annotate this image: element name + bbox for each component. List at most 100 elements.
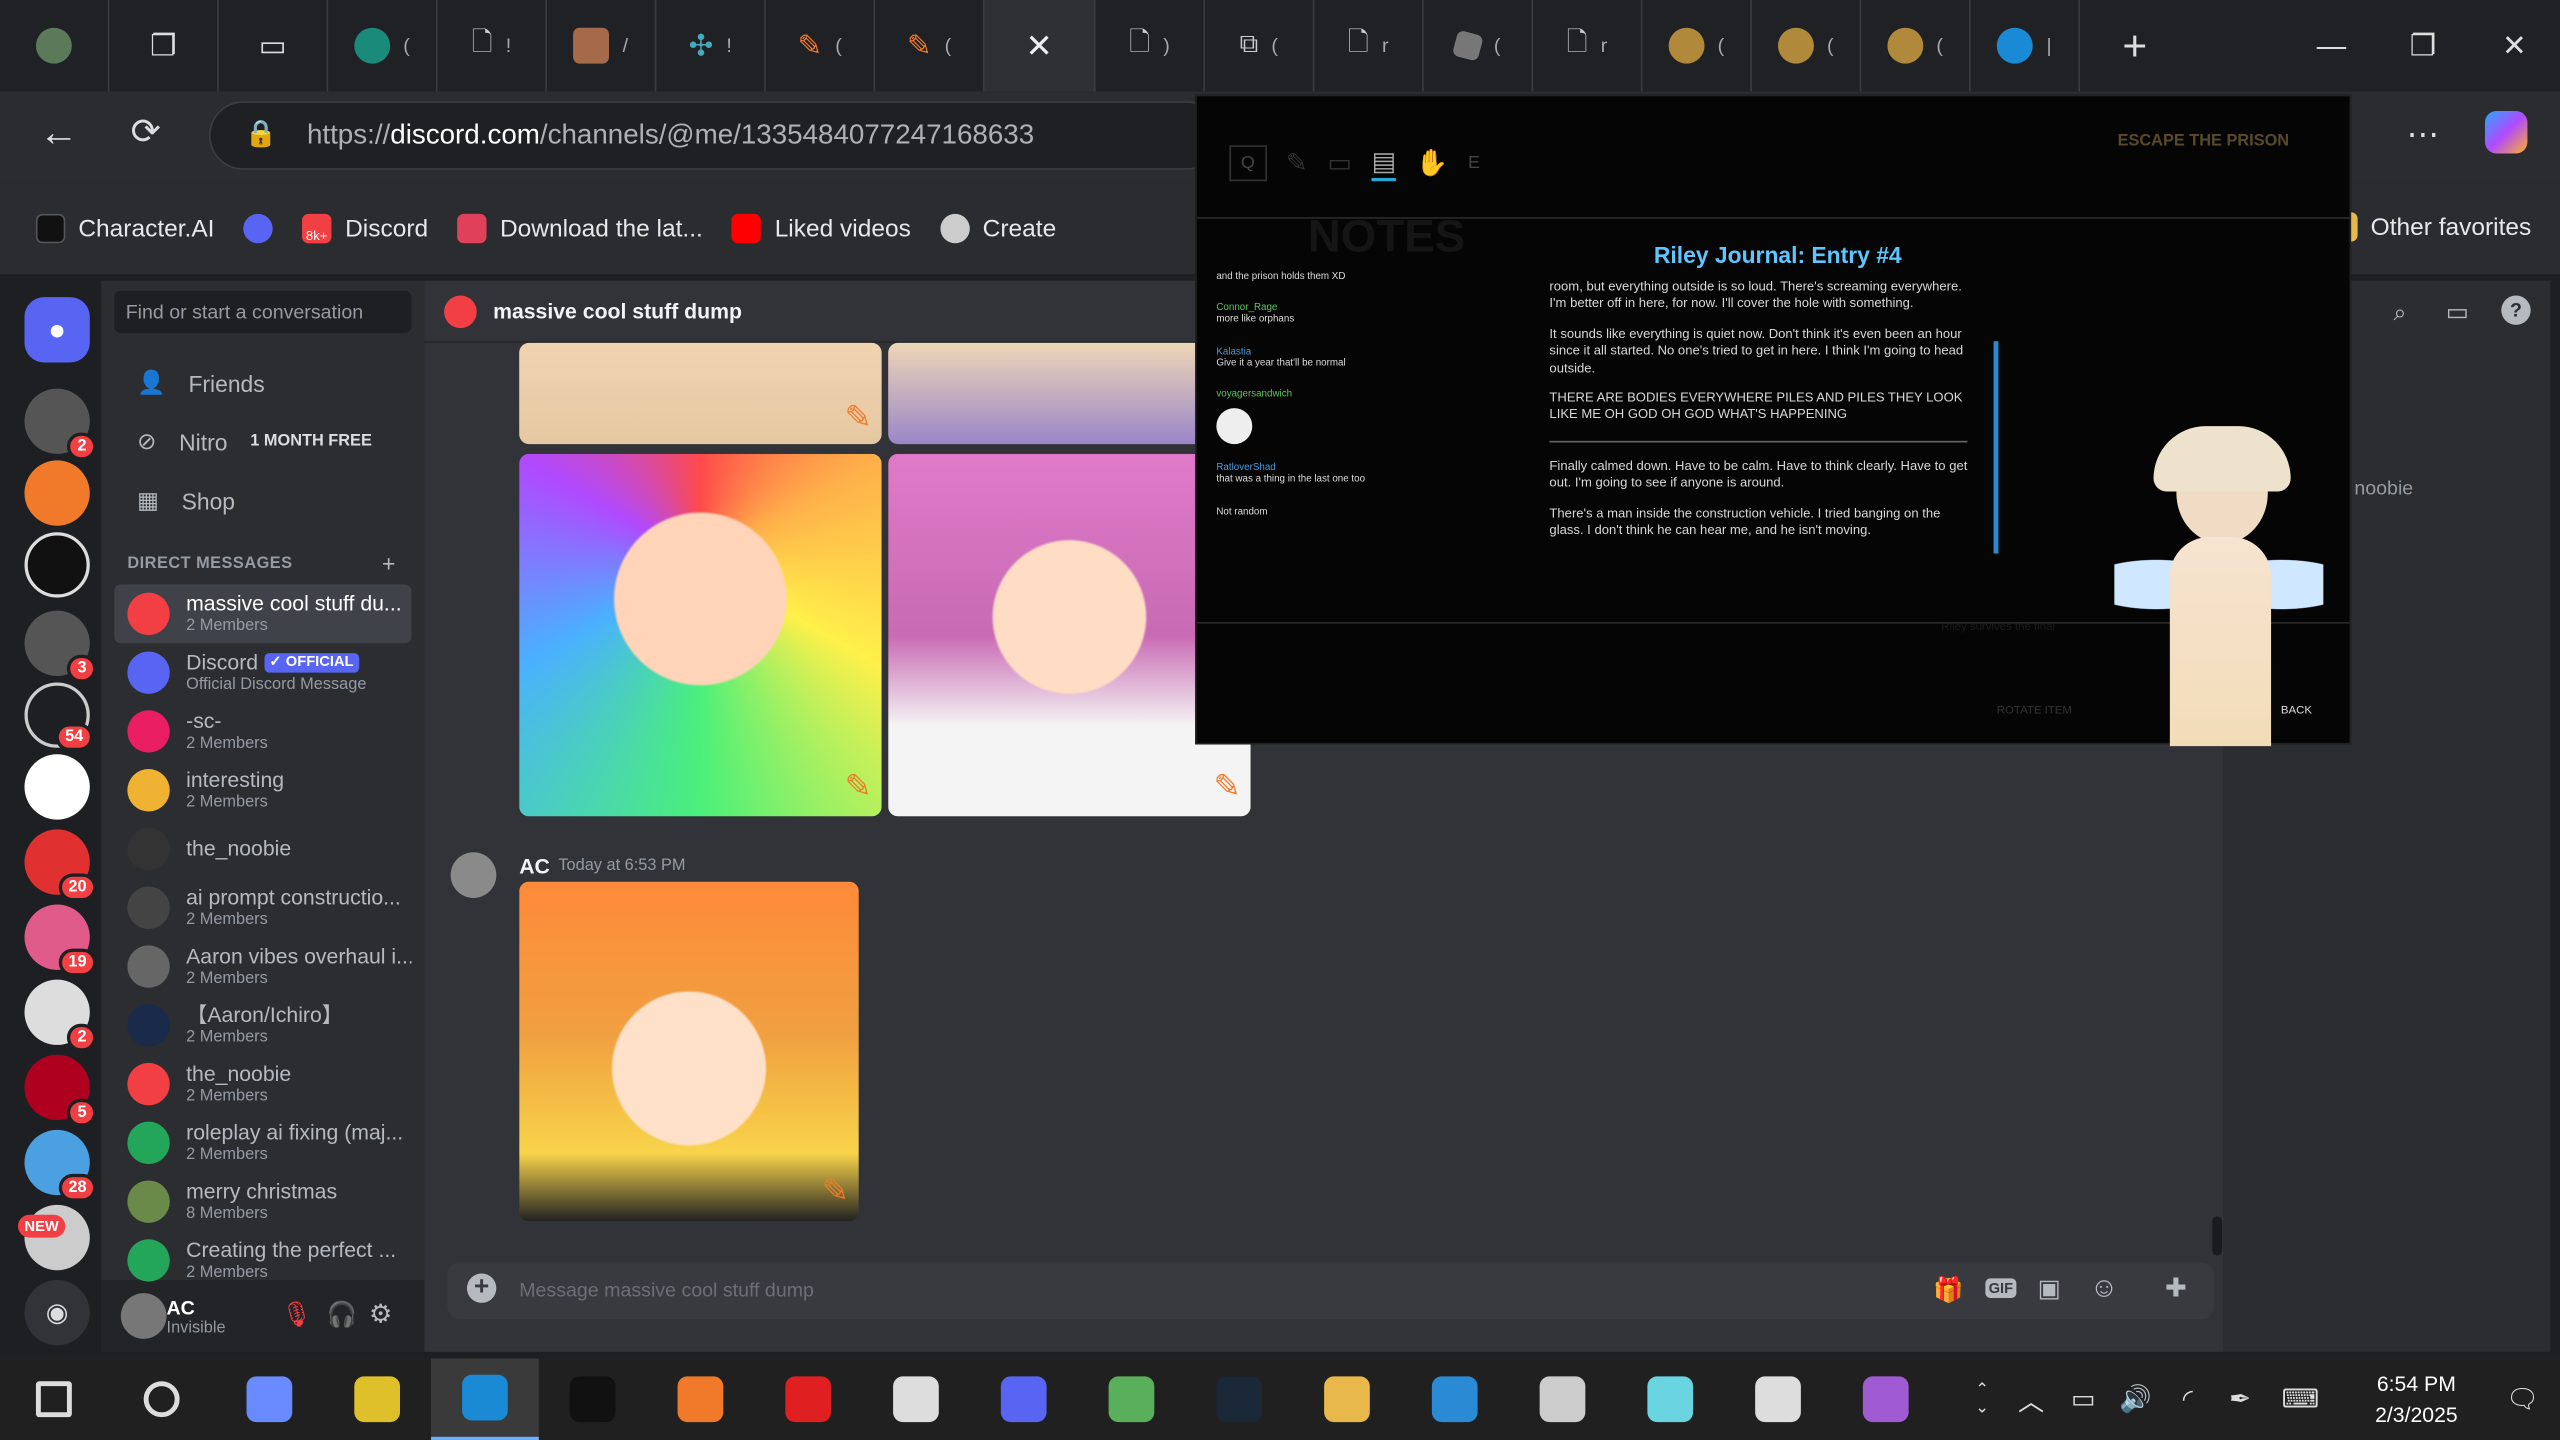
dm-item[interactable]: the_noobie — [114, 820, 411, 879]
overflow-scroll-icon[interactable]: ⌃ ⌄ — [1959, 1381, 2005, 1417]
home-button[interactable]: ● — [24, 297, 90, 363]
other-favorites[interactable]: Other favorites — [2344, 212, 2531, 242]
clock[interactable]: 6:54 PM 2/3/2025 — [2335, 1367, 2498, 1431]
taskbar-app[interactable] — [970, 1358, 1078, 1440]
gif-button[interactable]: GIF — [1985, 1278, 2017, 1298]
server-icon[interactable] — [24, 754, 90, 820]
refresh-button[interactable]: ⟳ — [131, 111, 161, 153]
dm-item[interactable]: the_noobie 2 Members — [114, 1055, 411, 1114]
close-icon[interactable]: ✕ — [1026, 25, 1053, 66]
dm-item[interactable]: merry christmas 8 Members — [114, 1172, 411, 1231]
headphones-icon[interactable]: 🎧 — [327, 1300, 358, 1329]
generated-image[interactable]: ✎ — [519, 881, 859, 1222]
more-icon[interactable]: ⋯ — [2407, 114, 2440, 155]
taskbar-app[interactable] — [323, 1358, 431, 1440]
dm-item[interactable]: 【Aaron/Ichiro】 2 Members — [114, 996, 411, 1055]
volume-icon[interactable]: 🔊 — [2109, 1383, 2161, 1416]
journal-scrollbar[interactable] — [1993, 341, 1999, 554]
taskbar-app[interactable] — [1509, 1358, 1617, 1440]
active-tab[interactable]: ✕ — [984, 0, 1096, 92]
scrollbar[interactable] — [2212, 1216, 2223, 1256]
back-button[interactable]: ← — [39, 111, 78, 157]
browser-tab[interactable]: ( — [1424, 0, 1534, 92]
member-name[interactable]: noobie — [2354, 477, 2413, 500]
browser-tab[interactable]: / — [547, 0, 657, 92]
generated-image[interactable]: ✎ — [519, 342, 882, 445]
taskbar-app[interactable] — [216, 1358, 324, 1440]
bookmark-character-ai[interactable]: Character.AI — [35, 213, 214, 244]
avatar[interactable] — [120, 1293, 167, 1339]
maximize-button[interactable]: ❐ — [2377, 0, 2468, 91]
server-icon[interactable]: 5 — [24, 1054, 97, 1127]
chevron-up-icon[interactable]: ︿ — [2005, 1380, 2057, 1419]
nav-friends[interactable]: 👤 Friends — [137, 369, 265, 397]
gift-icon[interactable]: 🎁 — [1933, 1275, 1964, 1305]
bookmark-liked-videos[interactable]: Liked videos — [732, 213, 911, 244]
create-dm-button[interactable]: + — [382, 550, 395, 576]
card-icon[interactable]: ▭ — [1327, 147, 1352, 180]
q-key[interactable]: Q — [1229, 145, 1267, 182]
new-tab-button[interactable]: + — [2080, 0, 2189, 91]
server-icon[interactable]: NEW — [17, 1204, 90, 1271]
server-icon[interactable]: 54 — [24, 682, 94, 752]
notes-icon[interactable]: ▤ — [1371, 145, 1397, 182]
browser-tab[interactable]: ( — [1642, 0, 1752, 92]
taskbar-app[interactable] — [431, 1358, 539, 1440]
rotate-item-label[interactable]: ROTATE ITEM — [1997, 705, 2072, 716]
dm-item[interactable]: ai prompt constructio... 2 Members — [114, 878, 411, 937]
bookmark-download[interactable]: Download the lat... — [457, 213, 703, 244]
wifi-icon[interactable]: ◜ — [2162, 1383, 2214, 1416]
browser-tab[interactable]: ✎( — [766, 0, 876, 92]
apps-icon[interactable]: ✚ — [2165, 1272, 2187, 1305]
taskbar-app[interactable] — [1185, 1358, 1293, 1440]
dm-item[interactable]: -sc- 2 Members — [114, 702, 411, 761]
taskbar-app[interactable] — [0, 1358, 108, 1440]
dm-item[interactable]: Creating the perfect ... 2 Members — [114, 1231, 411, 1290]
taskbar-app[interactable] — [647, 1358, 755, 1440]
url-text[interactable]: https://discord.com/channels/@me/1335484… — [307, 119, 1034, 152]
browser-tab[interactable]: ( — [1861, 0, 1971, 92]
bookmark-discord-2[interactable]: 8k+ Discord — [302, 213, 428, 244]
browser-tab[interactable]: 🗋) — [1096, 0, 1205, 92]
inbox-icon[interactable]: ▭ — [2446, 297, 2469, 327]
keyboard-icon[interactable]: ⌨ — [2266, 1383, 2335, 1416]
settings-icon[interactable]: ⚙ — [369, 1298, 392, 1331]
taskbar-app[interactable] — [1832, 1358, 1940, 1440]
add-attachment-icon[interactable]: + — [466, 1273, 497, 1303]
message-author[interactable]: AC — [519, 854, 550, 878]
close-window-button[interactable]: ✕ — [2469, 0, 2560, 91]
tab-actions-button[interactable]: ▭ — [219, 0, 329, 92]
workspaces-button[interactable]: ❐ — [109, 0, 219, 92]
nav-shop[interactable]: ▦ Shop — [137, 487, 235, 515]
hand-icon[interactable]: ✋ — [1416, 147, 1449, 180]
server-icon[interactable]: 20 — [24, 829, 97, 902]
bookmark-create[interactable]: Create — [940, 213, 1056, 244]
generated-image[interactable] — [888, 342, 1209, 445]
pen-icon[interactable]: ✒ — [2214, 1383, 2266, 1416]
bookmark-discord-1[interactable] — [243, 213, 274, 244]
server-icon[interactable]: 2 — [24, 979, 97, 1052]
dm-search-input[interactable]: Find or start a conversation — [114, 290, 412, 334]
avatar[interactable] — [450, 852, 497, 898]
browser-tab[interactable]: 🗋! — [438, 0, 547, 92]
browser-tab[interactable]: ( — [328, 0, 438, 92]
sticker-icon[interactable]: ▣ — [2038, 1274, 2061, 1303]
browser-tab[interactable]: ✎( — [875, 0, 985, 92]
server-icon[interactable] — [24, 532, 90, 598]
browser-tab[interactable]: ✣! — [656, 0, 766, 92]
server-icon[interactable]: 28 — [24, 1129, 97, 1202]
message-composer[interactable]: + Message massive cool stuff dump 🎁 GIF … — [447, 1262, 2214, 1320]
help-icon[interactable]: ? — [2501, 295, 2531, 325]
minimize-button[interactable]: — — [2286, 0, 2377, 91]
browser-tab[interactable]: | — [1971, 0, 2081, 92]
notifications-icon[interactable]: 🗨 — [2498, 1383, 2547, 1416]
browser-tab[interactable]: ( — [1752, 0, 1862, 92]
e-key[interactable]: E — [1468, 153, 1480, 173]
dm-item[interactable]: interesting 2 Members — [114, 761, 411, 820]
taskbar-app[interactable] — [1401, 1358, 1509, 1440]
taskbar-app[interactable] — [1616, 1358, 1724, 1440]
server-icon[interactable]: 19 — [24, 904, 97, 977]
browser-tab[interactable]: 🗋 r — [1314, 0, 1424, 92]
discover-button[interactable]: ◉ — [24, 1280, 90, 1346]
copilot-icon[interactable] — [2484, 111, 2528, 154]
